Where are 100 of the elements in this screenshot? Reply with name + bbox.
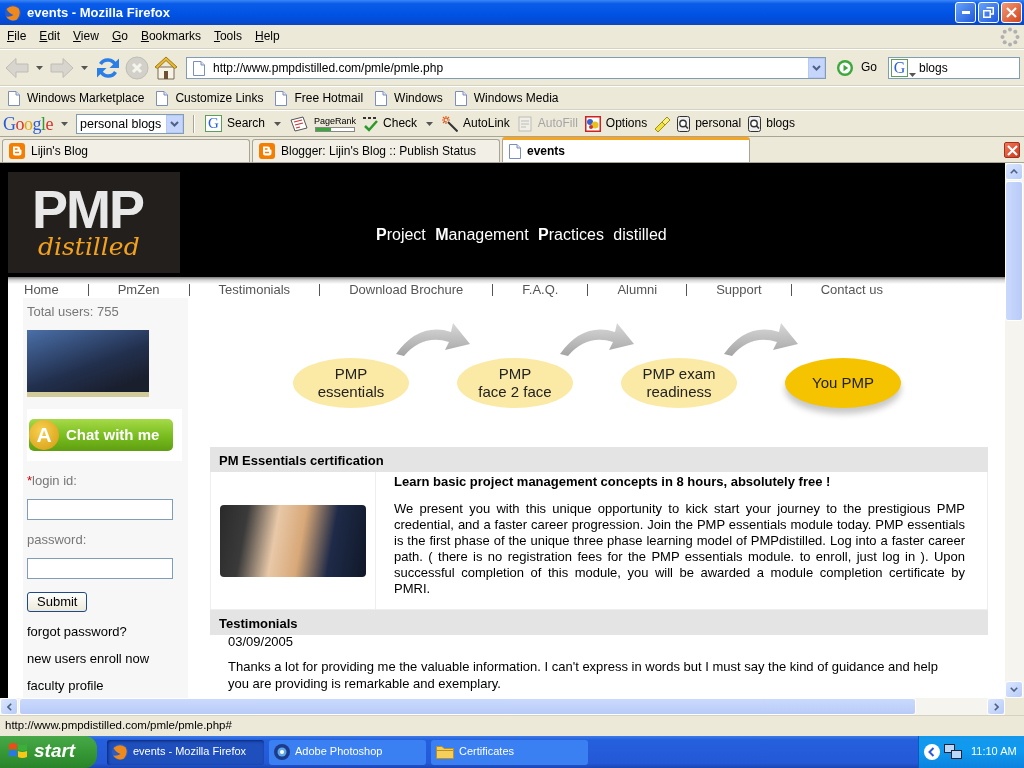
page-icon (509, 143, 521, 159)
window-title: events - Mozilla Firefox (27, 4, 172, 21)
globe-icon (112, 744, 128, 760)
highlighter-icon (654, 115, 671, 132)
back-arrow-icon (5, 56, 30, 79)
news-button[interactable] (289, 115, 310, 132)
step-bubble: You PMP (785, 358, 901, 408)
folder-icon (436, 745, 454, 759)
tab[interactable]: Blogger: Lijin's Blog :: Publish Status (252, 139, 500, 162)
url-field[interactable]: http://www.pmpdistilled.com/pmle/pmle.php (186, 56, 826, 79)
magnifier-icon (748, 115, 762, 132)
page-icon (375, 90, 388, 106)
nav-link[interactable]: PmZen (117, 282, 160, 297)
nav-link[interactable]: Download Brochure (349, 282, 464, 297)
close-tab-button[interactable] (1004, 142, 1020, 158)
logo-mark: PMP (32, 186, 144, 232)
tile-icon (9, 143, 25, 159)
scroll-left-button[interactable] (0, 698, 18, 715)
caret-icon (274, 121, 282, 126)
go-button[interactable]: Go (833, 59, 882, 76)
spinner-icon (1000, 26, 1020, 47)
caret-icon (812, 64, 821, 71)
tab[interactable]: Lijin's Blog (2, 139, 250, 162)
submit-button[interactable]: Submit (27, 592, 88, 612)
taskbar-button[interactable]: events - Mozilla Firefox (107, 739, 264, 765)
password-field[interactable] (27, 558, 173, 579)
newspaper-icon (290, 115, 309, 132)
google-logo: Google (3, 113, 53, 134)
menu-item[interactable]: Tools (206, 28, 248, 45)
logo-script: distilled (38, 232, 140, 262)
scroll-down-button[interactable] (1005, 681, 1023, 698)
scroll-right-button[interactable] (987, 698, 1005, 715)
scrollbar-thumb[interactable] (1005, 181, 1023, 321)
bookmark-link[interactable]: Windows Marketplace (6, 90, 147, 106)
taskbar-button[interactable]: Certificates (431, 739, 588, 765)
chevron-icon (924, 744, 940, 760)
form-icon (516, 115, 533, 132)
menu-item[interactable]: Go (104, 28, 134, 45)
letter-badge: G (205, 115, 222, 132)
page-icon (8, 90, 20, 106)
search-button[interactable]: G Search (204, 115, 267, 132)
testimonial-text: Thanks a lot for providing me the valuable information. I can't express in words but I must say the kind of guidance and help you are providing is remarkable and exemplary. (227, 658, 939, 692)
bookmark-link[interactable]: Windows (373, 90, 445, 106)
spellcheck-button[interactable]: Check (361, 115, 419, 132)
sidebar-link[interactable]: faculty profile (27, 679, 104, 693)
nav-link[interactable]: Alumni (617, 282, 658, 297)
menu-item[interactable]: File (0, 28, 33, 45)
tile-icon (259, 143, 275, 159)
word-find-button[interactable]: personal (676, 115, 743, 132)
caret-icon (81, 65, 89, 70)
tray-expand-button[interactable] (924, 744, 940, 760)
highlight-button[interactable] (653, 115, 672, 132)
start-button[interactable]: start (0, 736, 97, 768)
nav-link[interactable]: Contact us (820, 282, 883, 297)
nav-link[interactable]: Testimonials (218, 282, 291, 297)
section-text: We present you with this unique opportunity to kick start your journey to the prestigious PMP credential, and a faster career progression. Join the PMP essentials module today. PMP essentials is the first phase of the unique three phase learning model of PMPdistilled. Log into a faster career path. ( there is no registration fees for the PMP essentials module. to enroll, just log in ). Upon successful completion of this module, you will be awarded a module completion certificate by PMRI. (394, 501, 965, 597)
scroll-up-button[interactable] (1005, 163, 1023, 180)
caret-icon (36, 65, 44, 70)
restore-button[interactable] (978, 2, 999, 23)
check-mark-icon (362, 115, 379, 132)
bookmark-link[interactable]: Customize Links (154, 90, 266, 106)
stop-icon (124, 55, 149, 80)
close-icon (1006, 144, 1018, 156)
close-button[interactable] (1001, 2, 1022, 23)
menu-item[interactable]: View (66, 28, 105, 45)
sidebar-link[interactable]: forgot password? (27, 625, 127, 639)
minimize-icon (961, 11, 970, 14)
menu-item[interactable]: Edit (32, 28, 67, 45)
disc-icon (274, 744, 290, 760)
monitors-icon[interactable] (944, 744, 962, 760)
bookmark-link[interactable]: Windows Media (452, 90, 561, 106)
menu-item[interactable]: Help (247, 28, 286, 45)
tab[interactable]: events (502, 137, 750, 162)
page-icon (275, 90, 288, 106)
sidebar-link[interactable]: new users enroll now (27, 652, 150, 666)
bookmark-link[interactable]: Free Hotmail (273, 90, 366, 106)
autolink-button[interactable]: AutoLink (441, 115, 511, 132)
globe-icon (5, 4, 21, 21)
section-heading: Learn basic project management concepts in 8 hours, absolutely free ! (394, 474, 832, 490)
nav-link[interactable]: Home (24, 282, 59, 297)
step-bubble: PMP essentials (293, 358, 409, 408)
restore-icon (983, 7, 994, 18)
section-header: Testimonials (210, 610, 988, 635)
section-header: PM Essentials certification (210, 447, 988, 472)
magnifier-icon (677, 115, 691, 132)
login-id-field[interactable] (27, 499, 173, 520)
password-label: password: (27, 532, 87, 547)
shapes-icon (584, 115, 601, 132)
nav-link[interactable]: Support (716, 282, 762, 297)
options-button[interactable]: Options (583, 115, 649, 132)
taskbar-button[interactable]: Adobe Photoshop (269, 739, 426, 765)
menu-item[interactable]: Bookmarks (133, 28, 207, 45)
play-icon (837, 59, 853, 76)
caret-icon (909, 72, 917, 77)
minimize-button[interactable] (955, 2, 976, 23)
status-text: http://www.pmpdistilled.com/pmle/pmle.php# (5, 719, 232, 731)
caret-icon (426, 121, 434, 126)
forward-arrow-icon (50, 56, 75, 79)
word-find-button[interactable]: blogs (747, 115, 796, 132)
nav-link[interactable]: F.A.Q. (522, 282, 559, 297)
